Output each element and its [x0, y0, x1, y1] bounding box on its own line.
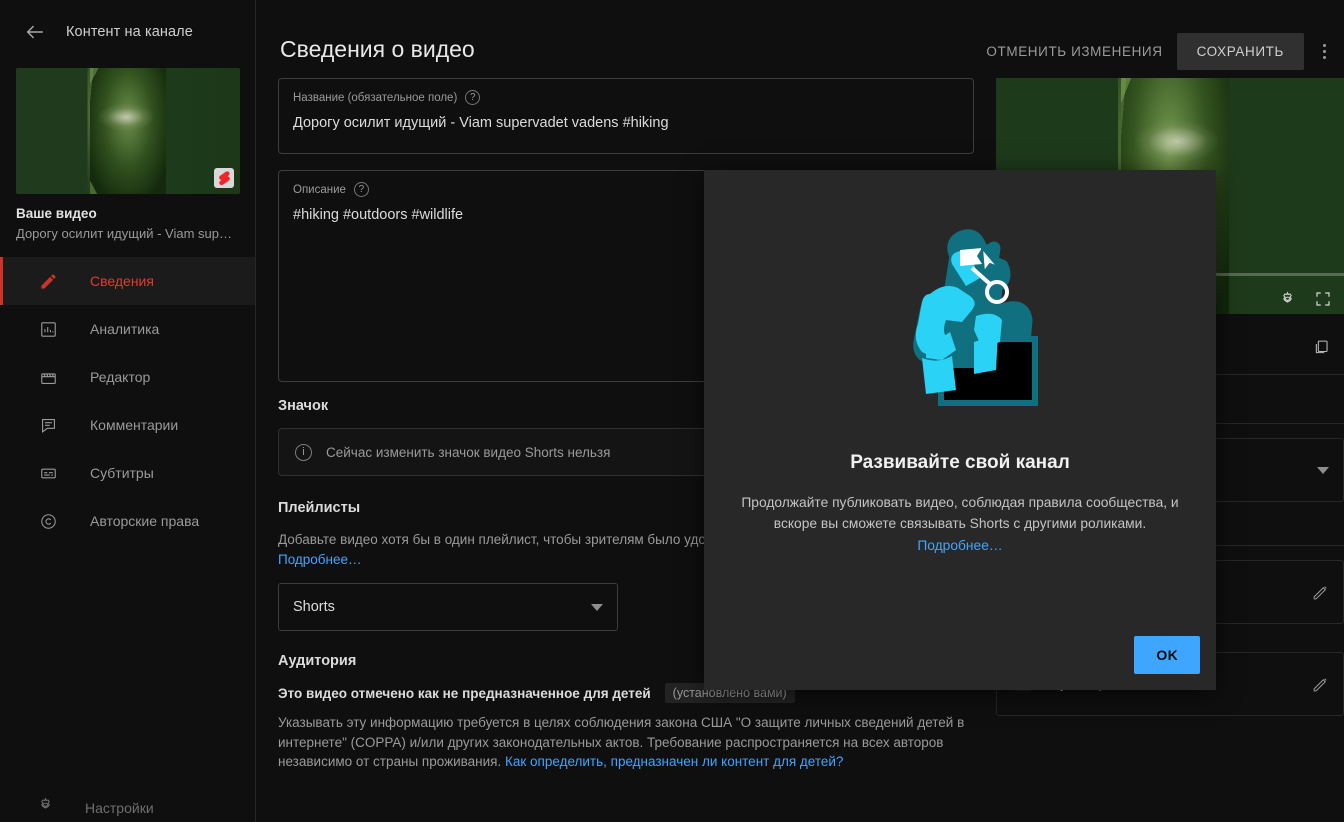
dialog-learn-more-link[interactable]: Подробнее… [917, 538, 1002, 553]
ok-button[interactable]: OK [1134, 636, 1200, 674]
dialog-actions: OK [1134, 636, 1200, 674]
youtube-studio-video-details-page: Контент на канале Ваше видео Дорогу осил… [0, 0, 1344, 822]
person-climbing-stairs-with-flag-illustration [704, 170, 1216, 470]
dialog-body: Продолжайте публиковать видео, соблюдая … [738, 492, 1182, 556]
grow-channel-dialog: Развивайте свой канал Продолжайте публик… [704, 170, 1216, 690]
dialog-body-text: Продолжайте публиковать видео, соблюдая … [741, 495, 1179, 532]
dialog-title: Развивайте свой канал [850, 452, 1070, 473]
